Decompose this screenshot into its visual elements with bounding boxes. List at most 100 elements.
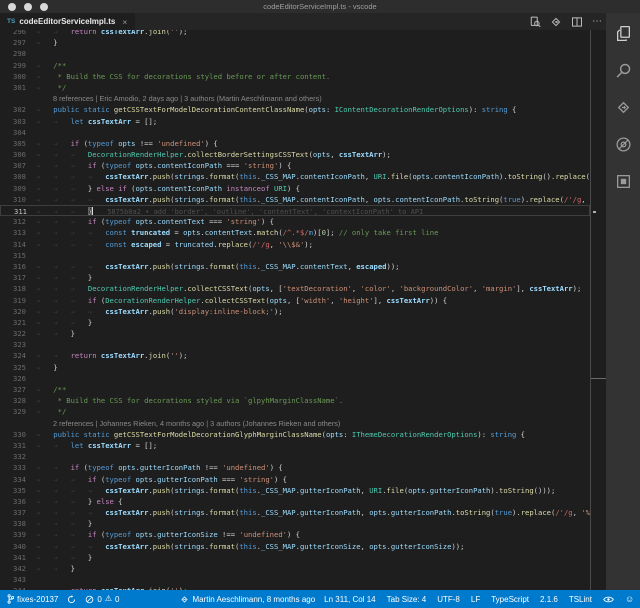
- code-line[interactable]: 309→→→} else if (opts.contentIconPath in…: [0, 183, 590, 194]
- line-number[interactable]: 319: [0, 295, 26, 306]
- code-line[interactable]: 307→→→if (typeof opts.contentIconPath ==…: [0, 160, 590, 171]
- line-number[interactable]: 306: [0, 149, 26, 160]
- line-number[interactable]: 315: [0, 250, 26, 261]
- code-line[interactable]: 301→ */: [0, 82, 590, 93]
- code-line[interactable]: 333→→if (typeof opts.gutterIconPath !== …: [0, 462, 590, 473]
- line-number[interactable]: 311: [1, 206, 27, 215]
- line-number[interactable]: 321: [0, 317, 26, 328]
- code-line[interactable]: 317→→→}: [0, 272, 590, 283]
- line-number[interactable]: 327: [0, 384, 26, 395]
- code-line[interactable]: 337→→→→cssTextArr.push(strings.format(th…: [0, 507, 590, 518]
- problems-indicator[interactable]: 0 ⚠ 0: [85, 595, 119, 604]
- line-number[interactable]: 313: [0, 227, 26, 238]
- branch-indicator[interactable]: fixes-20137: [7, 594, 58, 604]
- code-line[interactable]: 331→→let cssTextArr = [];: [0, 440, 590, 451]
- line-number[interactable]: 314: [0, 239, 26, 250]
- code-line[interactable]: 305→→if (typeof opts !== 'undefined') {: [0, 138, 590, 149]
- line-number[interactable]: 340: [0, 541, 26, 552]
- tab-codeEditorServiceImpl[interactable]: TS codeEditorServiceImpl.ts ×: [0, 13, 135, 30]
- extensions-icon[interactable]: [613, 171, 633, 191]
- code-line[interactable]: 299→/**: [0, 60, 590, 71]
- code-line[interactable]: 296→→return cssTextArr.join('');: [0, 30, 590, 37]
- source-control-icon[interactable]: [613, 97, 633, 117]
- code-line[interactable]: 330→public static getCSSTextForModelDeco…: [0, 429, 590, 440]
- gitlens-compare-icon[interactable]: [550, 16, 562, 28]
- code-line[interactable]: 335→→→→cssTextArr.push(strings.format(th…: [0, 485, 590, 496]
- line-number[interactable]: 331: [0, 440, 26, 451]
- code-line[interactable]: 321→→→}: [0, 317, 590, 328]
- code-line[interactable]: 298: [0, 48, 590, 59]
- line-number[interactable]: 337: [0, 507, 26, 518]
- line-number[interactable]: 328: [0, 395, 26, 406]
- close-tab-icon[interactable]: ×: [122, 17, 127, 27]
- code-line[interactable]: 327→/**: [0, 384, 590, 395]
- code-line[interactable]: 341→→→}: [0, 552, 590, 563]
- code-line[interactable]: 312→→→if (typeof opts.contentText === 's…: [0, 216, 590, 227]
- code-line[interactable]: 297→}: [0, 37, 590, 48]
- line-number[interactable]: 341: [0, 552, 26, 563]
- line-number[interactable]: 308: [0, 171, 26, 182]
- feedback-smiley-icon[interactable]: ☺: [625, 595, 634, 604]
- codelens-row[interactable]: 8 references | Eric Amodio, 2 days ago |…: [0, 93, 590, 104]
- line-number[interactable]: [0, 93, 26, 104]
- line-number[interactable]: 304: [0, 127, 26, 138]
- codelens-row[interactable]: 2 references | Johannes Rieken, 4 months…: [0, 418, 590, 429]
- code-line[interactable]: 323: [0, 339, 590, 350]
- sync-button[interactable]: [67, 595, 76, 604]
- code-line[interactable]: 310→→→→cssTextArr.push(strings.format(th…: [0, 194, 590, 205]
- code-editor[interactable]: 296→→return cssTextArr.join('');297→}298…: [0, 30, 590, 590]
- open-preview-icon[interactable]: [529, 16, 541, 28]
- line-number[interactable]: 343: [0, 574, 26, 585]
- line-number[interactable]: 323: [0, 339, 26, 350]
- code-line[interactable]: 324→→return cssTextArr.join('');: [0, 350, 590, 361]
- line-number[interactable]: 335: [0, 485, 26, 496]
- line-number[interactable]: 334: [0, 474, 26, 485]
- code-line[interactable]: 314→→→→const escaped = truncated.replace…: [0, 239, 590, 250]
- debug-icon[interactable]: [613, 134, 633, 154]
- code-line[interactable]: 300→ * Build the CSS for decorations sty…: [0, 71, 590, 82]
- line-number[interactable]: 332: [0, 451, 26, 462]
- tslint-indicator[interactable]: TSLint: [569, 595, 592, 604]
- line-number[interactable]: 322: [0, 328, 26, 339]
- line-number[interactable]: 300: [0, 71, 26, 82]
- line-number[interactable]: 318: [0, 283, 26, 294]
- code-line[interactable]: 318→→→DecorationRenderHelper.collectCSST…: [0, 283, 590, 294]
- line-number[interactable]: [0, 418, 26, 429]
- line-number[interactable]: 320: [0, 306, 26, 317]
- line-number[interactable]: 330: [0, 429, 26, 440]
- code-line[interactable]: 316→→→→cssTextArr.push(strings.format(th…: [0, 261, 590, 272]
- code-line[interactable]: 303→→let cssTextArr = [];: [0, 116, 590, 127]
- line-number[interactable]: 301: [0, 82, 26, 93]
- minimize-window-button[interactable]: [24, 3, 32, 11]
- code-line[interactable]: 339→→→if (typeof opts.gutterIconSize !==…: [0, 529, 590, 540]
- code-line[interactable]: 306→→→DecorationRenderHelper.collectBord…: [0, 149, 590, 160]
- code-line[interactable]: 311→→→}5875b0a2 • add 'border', 'outline…: [0, 205, 590, 216]
- line-number[interactable]: 310: [0, 194, 26, 205]
- code-line[interactable]: 343: [0, 574, 590, 585]
- code-line[interactable]: 308→→→→cssTextArr.push(strings.format(th…: [0, 171, 590, 182]
- line-col-indicator[interactable]: Ln 311, Col 14: [324, 595, 375, 604]
- line-number[interactable]: 302: [0, 104, 26, 115]
- line-number[interactable]: 298: [0, 48, 26, 59]
- gitlens-blame-indicator[interactable]: Martin Aeschlimann, 8 months ago: [180, 595, 315, 604]
- code-line[interactable]: 304: [0, 127, 590, 138]
- explorer-icon[interactable]: [613, 23, 633, 43]
- line-number[interactable]: 342: [0, 563, 26, 574]
- line-number[interactable]: 325: [0, 362, 26, 373]
- code-line[interactable]: 334→→→if (typeof opts.gutterIconPath ===…: [0, 474, 590, 485]
- ts-version-indicator[interactable]: 2.1.6: [540, 595, 558, 604]
- code-line[interactable]: 302→public static getCSSTextForModelDeco…: [0, 104, 590, 115]
- code-line[interactable]: 319→→→if (DecorationRenderHelper.collect…: [0, 295, 590, 306]
- code-line[interactable]: 340→→→→cssTextArr.push(strings.format(th…: [0, 541, 590, 552]
- line-number[interactable]: 333: [0, 462, 26, 473]
- line-number[interactable]: 303: [0, 116, 26, 127]
- preview-eye-icon[interactable]: [603, 595, 614, 604]
- line-number[interactable]: 316: [0, 261, 26, 272]
- codelens-text[interactable]: 2 references | Johannes Rieken, 4 months…: [26, 418, 590, 429]
- codelens-text[interactable]: 8 references | Eric Amodio, 2 days ago |…: [26, 93, 590, 104]
- code-line[interactable]: 332: [0, 451, 590, 462]
- language-indicator[interactable]: TypeScript: [491, 595, 529, 604]
- line-number[interactable]: 338: [0, 518, 26, 529]
- code-line[interactable]: 338→→→}: [0, 518, 590, 529]
- line-number[interactable]: 309: [0, 183, 26, 194]
